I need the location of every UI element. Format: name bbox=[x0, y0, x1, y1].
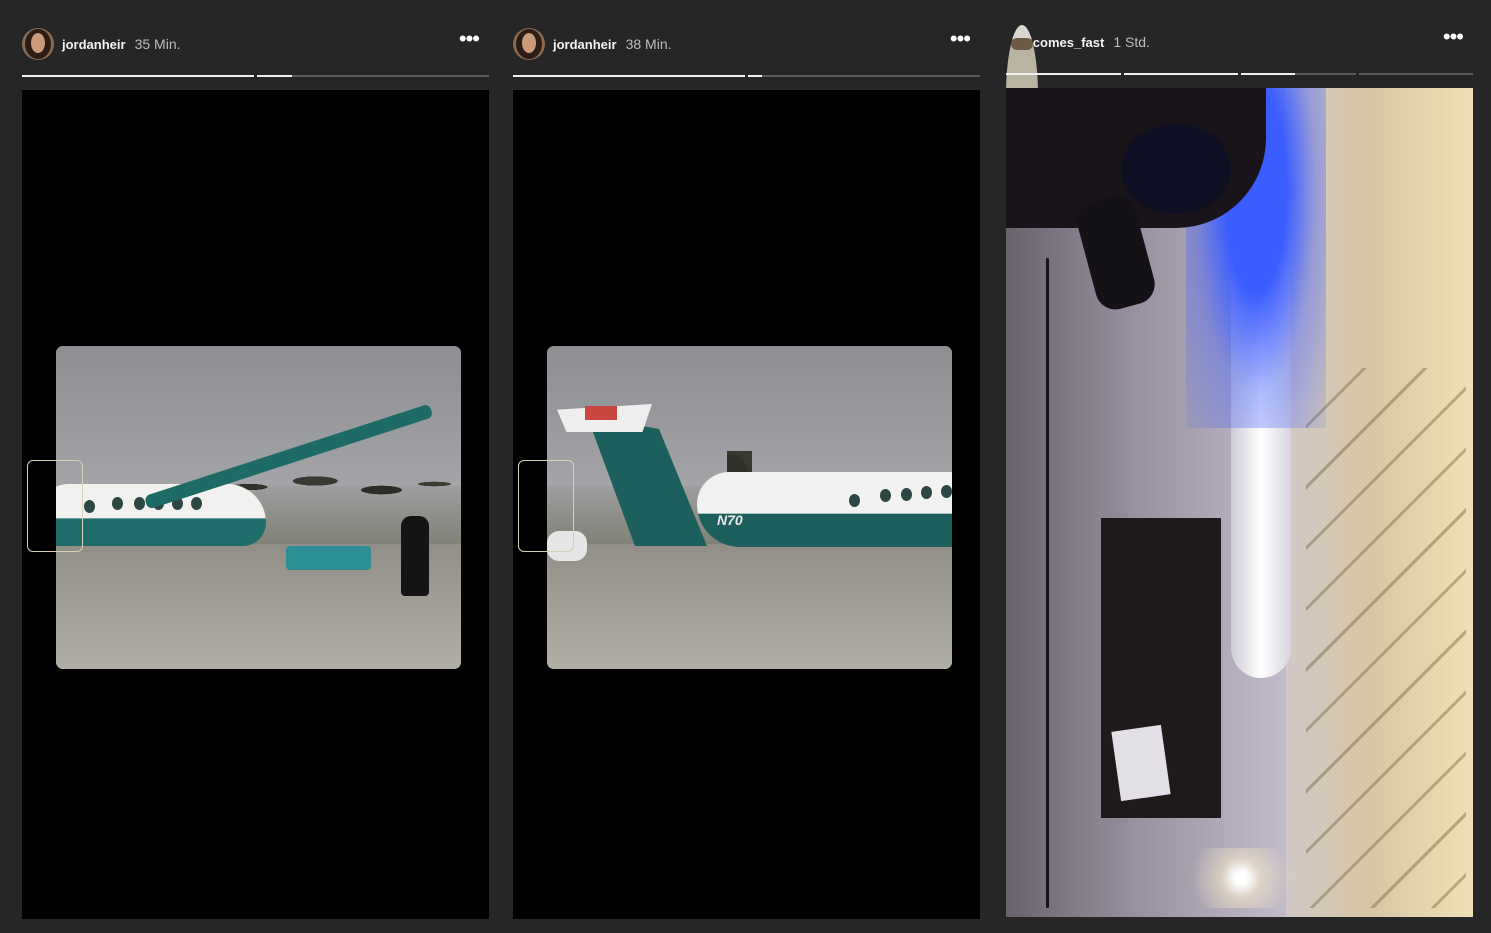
story-video[interactable] bbox=[22, 90, 489, 919]
story-progress-bar bbox=[513, 75, 980, 77]
progress-fill bbox=[1123, 73, 1238, 75]
progress-segment bbox=[257, 75, 489, 77]
progress-fill bbox=[22, 75, 254, 77]
progress-segment bbox=[1123, 73, 1238, 75]
story-progress-bar bbox=[22, 75, 489, 77]
post-time: 35 Min. bbox=[134, 36, 181, 52]
story-image[interactable] bbox=[1006, 88, 1473, 917]
post-time: 1 Std. bbox=[1113, 34, 1150, 50]
story-header: jordanheir 35 Min. ••• bbox=[22, 27, 489, 61]
focus-bracket bbox=[518, 460, 574, 552]
story-video[interactable]: N70 bbox=[513, 90, 980, 919]
progress-segment bbox=[513, 75, 745, 77]
focus-bracket bbox=[27, 460, 83, 552]
username[interactable]: jordanheir bbox=[553, 37, 617, 52]
username[interactable]: jordanheir bbox=[62, 37, 126, 52]
post-time: 38 Min. bbox=[625, 36, 672, 52]
progress-segment bbox=[22, 75, 254, 77]
progress-fill bbox=[748, 75, 762, 77]
hangar-photo bbox=[1006, 88, 1473, 917]
story-card: jordanheir 38 Min. ••• N70 bbox=[513, 0, 980, 933]
user-avatar[interactable] bbox=[22, 28, 54, 60]
video-frame bbox=[56, 346, 461, 669]
tug-vehicle bbox=[286, 546, 371, 570]
person bbox=[401, 516, 429, 596]
progress-segment bbox=[1358, 73, 1473, 75]
airplane bbox=[697, 472, 952, 547]
progress-segment bbox=[1006, 73, 1121, 75]
progress-fill bbox=[1006, 73, 1121, 75]
progress-segment bbox=[748, 75, 980, 77]
progress-fill bbox=[257, 75, 292, 77]
story-progress-bar bbox=[1006, 73, 1473, 75]
more-options-icon[interactable]: ••• bbox=[1443, 26, 1464, 52]
progress-segment bbox=[1241, 73, 1356, 75]
registration-text: N70 bbox=[717, 512, 743, 528]
progress-fill bbox=[513, 75, 745, 77]
video-frame: N70 bbox=[547, 346, 952, 669]
story-header: jordanheir 38 Min. ••• bbox=[513, 27, 980, 61]
more-options-icon[interactable]: ••• bbox=[950, 28, 971, 54]
story-card: jordanheir 35 Min. ••• bbox=[22, 0, 489, 933]
user-avatar[interactable] bbox=[513, 28, 545, 60]
progress-fill bbox=[1241, 73, 1295, 75]
story-header: lifecomes_fast 1 Std. ••• bbox=[1006, 25, 1473, 165]
story-card: lifecomes_fast 1 Std. ••• bbox=[1006, 0, 1473, 933]
more-options-icon[interactable]: ••• bbox=[459, 28, 480, 54]
light-fixture bbox=[1121, 124, 1231, 214]
